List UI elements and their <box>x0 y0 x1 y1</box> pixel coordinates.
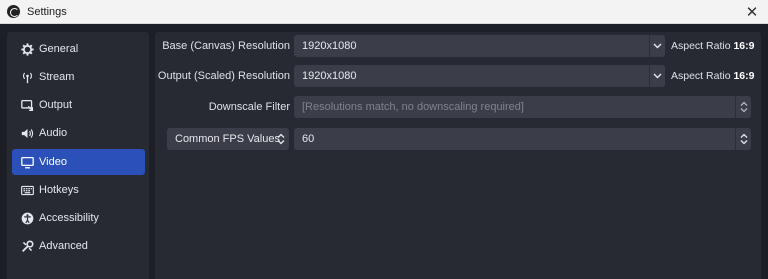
speaker-icon <box>20 126 34 140</box>
output-aspect-ratio: Aspect Ratio 16:9 <box>671 70 754 82</box>
chevron-down-icon <box>649 65 665 87</box>
title-bar: Settings ✕ <box>0 0 768 24</box>
fps-type-select[interactable]: Common FPS Values <box>167 128 289 150</box>
aspect-ratio-value: 16:9 <box>733 70 755 82</box>
accessibility-icon <box>20 211 34 225</box>
obs-logo-icon <box>7 5 20 18</box>
base-aspect-ratio: Aspect Ratio 16:9 <box>671 40 754 52</box>
aspect-ratio-label: Aspect Ratio <box>671 70 731 82</box>
base-resolution-value: 1920x1080 <box>302 40 357 52</box>
sidebar-item-video[interactable]: Video <box>12 149 145 175</box>
sidebar-item-hotkeys[interactable]: Hotkeys <box>12 177 145 203</box>
fps-type-label: Common FPS Values <box>175 133 280 145</box>
settings-sidebar: General Stream Output Audio Video Hotkey… <box>7 32 149 279</box>
sidebar-item-general[interactable]: General <box>12 36 145 62</box>
sidebar-item-label: Output <box>39 99 73 111</box>
gear-icon <box>20 42 34 56</box>
downscale-filter-combo[interactable]: [Resolutions match, no downscaling requi… <box>294 96 751 118</box>
aspect-ratio-value: 16:9 <box>733 40 755 52</box>
sidebar-item-label: Advanced <box>39 240 88 252</box>
window-title: Settings <box>27 5 67 18</box>
output-resolution-value: 1920x1080 <box>302 70 357 82</box>
updown-chevron-icon <box>273 128 289 150</box>
fps-value-combo[interactable]: 60 <box>294 128 751 150</box>
monitor-icon <box>20 155 34 169</box>
sidebar-item-label: General <box>39 43 79 55</box>
updown-chevron-icon <box>735 128 751 150</box>
output-resolution-label: Output (Scaled) Resolution <box>157 70 290 82</box>
output-icon <box>20 98 34 112</box>
sidebar-item-label: Accessibility <box>39 212 99 224</box>
wrench-icon <box>20 239 34 253</box>
sidebar-item-label: Audio <box>39 127 68 139</box>
antenna-icon <box>20 70 34 84</box>
aspect-ratio-label: Aspect Ratio <box>671 40 731 52</box>
sidebar-item-audio[interactable]: Audio <box>12 120 145 146</box>
sidebar-item-label: Stream <box>39 71 75 83</box>
video-settings-panel: Base (Canvas) Resolution 1920x1080 Aspec… <box>155 32 761 279</box>
sidebar-item-label: Hotkeys <box>39 184 79 196</box>
sidebar-item-stream[interactable]: Stream <box>12 64 145 90</box>
downscale-filter-value: [Resolutions match, no downscaling requi… <box>302 101 524 113</box>
keyboard-icon <box>20 183 34 197</box>
downscale-filter-label: Downscale Filter <box>208 101 290 113</box>
sidebar-item-advanced[interactable]: Advanced <box>12 233 145 259</box>
fps-value: 60 <box>302 133 315 145</box>
chevron-down-icon <box>649 35 665 57</box>
base-resolution-combo[interactable]: 1920x1080 <box>294 35 665 57</box>
output-resolution-combo[interactable]: 1920x1080 <box>294 65 665 87</box>
sidebar-item-label: Video <box>39 156 67 168</box>
base-resolution-label: Base (Canvas) Resolution <box>162 40 290 52</box>
close-button[interactable]: ✕ <box>740 0 764 24</box>
sidebar-item-accessibility[interactable]: Accessibility <box>12 205 145 231</box>
updown-chevron-icon <box>735 96 751 118</box>
sidebar-item-output[interactable]: Output <box>12 92 145 118</box>
